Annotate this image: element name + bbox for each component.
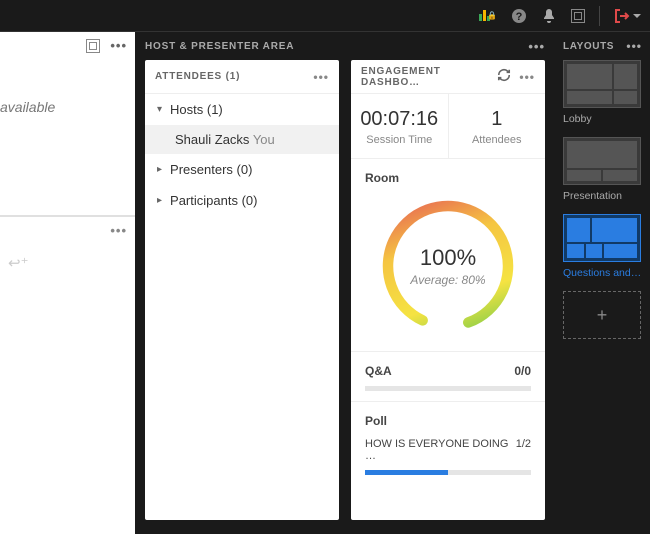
fullscreen-icon[interactable]: [86, 39, 100, 53]
host-area-header: HOST & PRESENTER AREA •••: [135, 32, 555, 60]
more-icon[interactable]: •••: [313, 70, 329, 84]
engagement-pod: ENGAGEMENT DASHBO… ••• 00:07:16 Session …: [351, 60, 545, 520]
poll-label: Poll: [365, 414, 387, 428]
group-label: Participants (0): [170, 193, 257, 208]
svg-text:?: ?: [516, 11, 523, 23]
layouts-panel: LAYOUTS ••• Lobby Presentation Questions…: [555, 32, 650, 534]
layout-label: Presentation: [563, 190, 642, 202]
attendees-group-participants[interactable]: ▸ Participants (0): [145, 185, 339, 216]
layout-label: Questions and…: [563, 267, 642, 279]
session-time-value: 00:07:16: [351, 108, 448, 131]
exit-icon[interactable]: [614, 8, 642, 24]
chevron-right-icon: ▸: [157, 195, 162, 206]
attendees-stat: 1 Attendees: [448, 94, 546, 158]
more-icon[interactable]: •••: [626, 39, 642, 53]
layout-item-presentation[interactable]: Presentation: [563, 137, 642, 202]
refresh-icon[interactable]: [497, 68, 511, 85]
layout-add-button[interactable]: +: [563, 291, 641, 339]
stats-icon[interactable]: 🔒: [479, 10, 497, 21]
attendee-item[interactable]: Shauli Zacks You: [145, 125, 339, 154]
poll-count: 1/2: [516, 438, 531, 462]
qa-section: Q&A 0/0: [351, 351, 545, 401]
poll-section: Poll HOW IS EVERYONE DOING … 1/2: [351, 401, 545, 485]
layout-item-lobby[interactable]: Lobby: [563, 60, 642, 125]
room-label: Room: [351, 159, 545, 185]
poll-question: HOW IS EVERYONE DOING …: [365, 438, 516, 462]
group-label: Hosts (1): [170, 102, 223, 117]
help-icon[interactable]: ?: [511, 8, 527, 24]
attendee-suffix: You: [253, 132, 275, 147]
layout-label: Lobby: [563, 113, 642, 125]
session-time-label: Session Time: [351, 134, 448, 146]
available-text: available: [0, 59, 135, 115]
qa-count: 0/0: [514, 364, 531, 378]
chevron-right-icon: ▸: [157, 164, 162, 175]
session-time-stat: 00:07:16 Session Time: [351, 94, 448, 158]
engagement-gauge: 100% Average: 80%: [373, 191, 523, 341]
layouts-title: LAYOUTS: [563, 41, 614, 52]
attendees-label: Attendees: [449, 134, 546, 146]
attendees-group-hosts[interactable]: ▾ Hosts (1): [145, 94, 339, 125]
divider: [599, 6, 600, 26]
layout-item-questions[interactable]: Questions and…: [563, 214, 642, 279]
chevron-down-icon: ▾: [157, 104, 162, 115]
more-icon[interactable]: •••: [528, 39, 545, 54]
gauge-percent: 100%: [420, 245, 476, 271]
host-area-title: HOST & PRESENTER AREA: [145, 41, 294, 52]
group-label: Presenters (0): [170, 162, 252, 177]
attendees-value: 1: [449, 108, 546, 131]
poll-progress: [365, 470, 531, 475]
gauge-average: Average: 80%: [410, 273, 485, 287]
topbar: 🔒 ?: [0, 0, 650, 32]
attendees-pod: ATTENDEES (1) ••• ▾ Hosts (1) Shauli Zac…: [145, 60, 339, 520]
bell-icon[interactable]: [541, 8, 557, 24]
engagement-title: ENGAGEMENT DASHBO…: [361, 66, 497, 88]
attendees-title: ATTENDEES (1): [155, 71, 240, 82]
attendee-name: Shauli Zacks: [175, 132, 249, 147]
more-icon[interactable]: •••: [110, 223, 127, 238]
attendees-group-presenters[interactable]: ▸ Presenters (0): [145, 154, 339, 185]
undo-icon[interactable]: ↩⁺: [0, 254, 135, 272]
qa-label: Q&A: [365, 364, 392, 378]
qa-progress: [365, 386, 531, 391]
more-icon[interactable]: •••: [110, 38, 127, 53]
fullscreen-icon[interactable]: [571, 9, 585, 23]
left-panel: ••• available ••• ↩⁺: [0, 32, 135, 534]
more-icon[interactable]: •••: [519, 70, 535, 84]
